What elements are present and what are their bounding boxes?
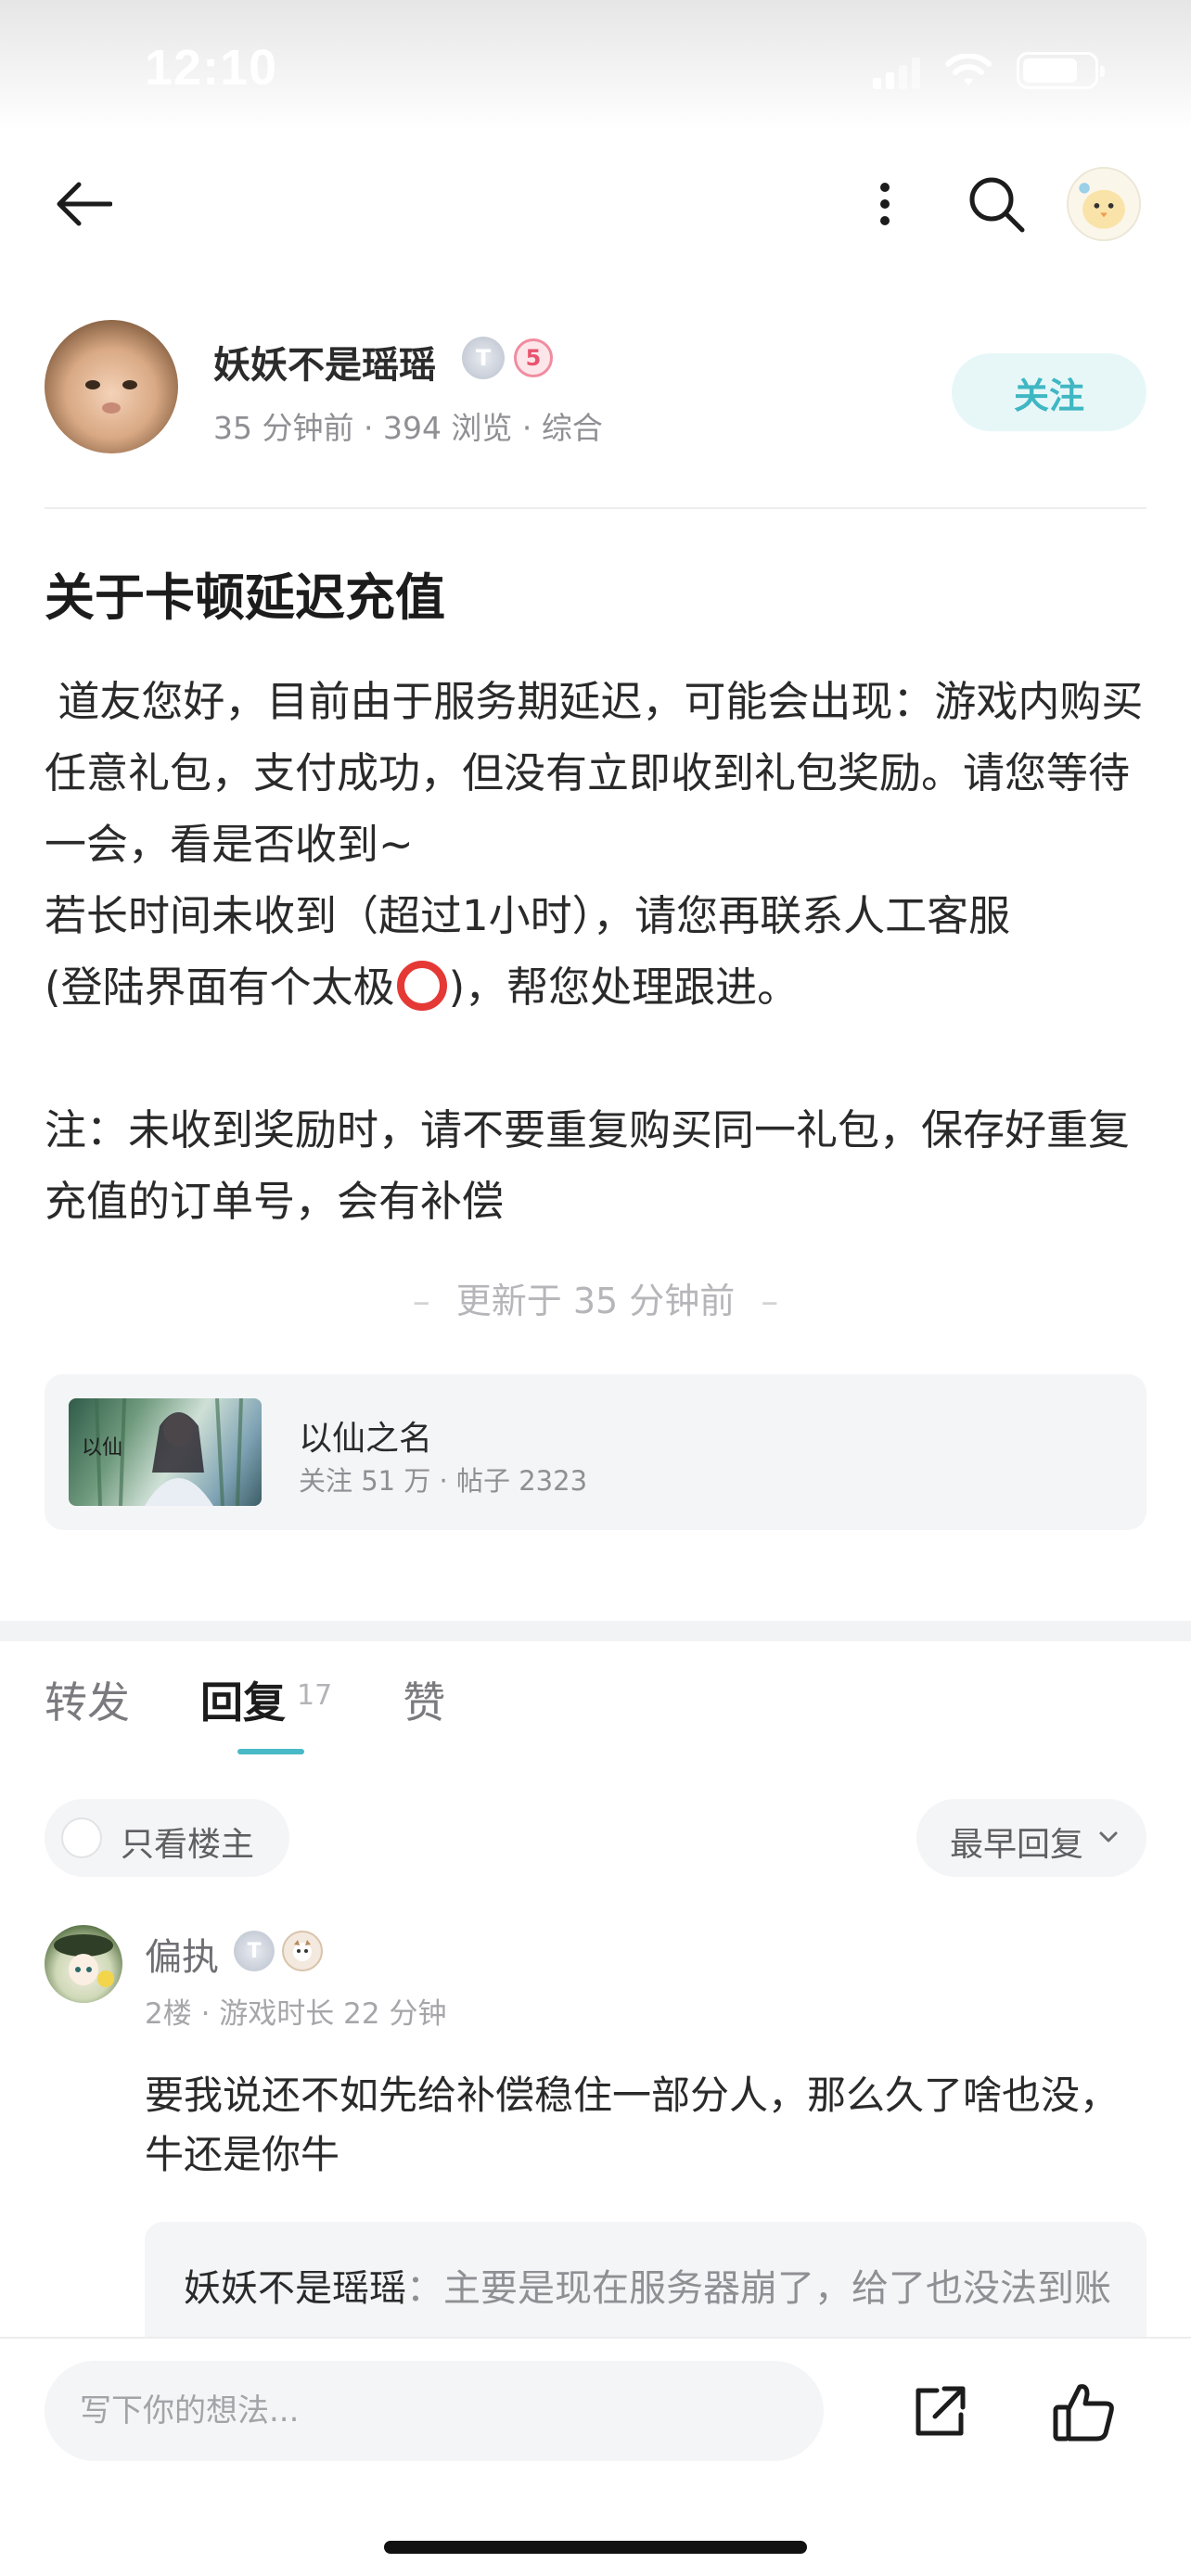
home-indicator — [384, 2541, 807, 2554]
post-paragraph: 道友您好，目前由于服务期延迟，可能会出现：游戏内购买任意礼包，支付成功，但没有立… — [45, 677, 1144, 869]
red-circle-emoji-icon — [396, 961, 447, 1011]
chick-avatar-icon — [1067, 167, 1141, 241]
only-op-toggle[interactable]: 只看楼主 — [45, 1799, 289, 1877]
author-row: 妖妖不是瑶瑶 T 5 35 分钟前 · 394 浏览 · 综合 关注 — [45, 320, 1146, 454]
updated-time: – 更新于 35 分钟前 – — [412, 1281, 779, 1321]
post-body: 道友您好，目前由于服务期延迟，可能会出现：游戏内购买任意礼包，支付成功，但没有立… — [45, 666, 1158, 1237]
forum-meta: 关注 51 万 · 帖子 2323 — [299, 1465, 588, 1497]
share-button[interactable] — [898, 2370, 981, 2454]
tab-repost[interactable]: 转发 — [45, 1669, 130, 1762]
user-avatar-button[interactable] — [1067, 167, 1141, 241]
like-button[interactable] — [1043, 2370, 1126, 2454]
tab-repost-label: 转发 — [45, 1677, 130, 1728]
forum-card[interactable]: 以仙 以仙之名 关注 51 万 · 帖子 2323 — [45, 1374, 1146, 1530]
post-paragraph: (登陆界面有个太极 )，帮您处理跟进。 — [45, 951, 1158, 1023]
post-detail-screen: 12:10 妖妖不是瑶瑶 T 5 35 分钟前 · 394 浏览 · 综合 关注… — [0, 0, 1191, 2576]
thumbs-up-icon — [1053, 2384, 1114, 2442]
svg-text:以仙: 以仙 — [82, 1436, 122, 1460]
back-button[interactable] — [46, 167, 121, 241]
top-nav — [0, 148, 1191, 260]
nested-reply-author[interactable]: 妖妖不是瑶瑶 — [184, 2267, 406, 2310]
section-separator — [0, 1621, 1191, 1641]
tab-like-label: 赞 — [403, 1677, 446, 1728]
titanium-badge: T — [462, 337, 505, 379]
reply-count: 17 — [297, 1679, 333, 1712]
sort-dropdown[interactable]: 最早回复 — [916, 1799, 1146, 1877]
author-avatar[interactable] — [45, 320, 178, 453]
divider — [45, 507, 1146, 509]
author-name[interactable]: 妖妖不是瑶瑶 — [213, 335, 436, 389]
comment-input[interactable] — [45, 2361, 824, 2461]
pet-badge-icon — [282, 1931, 323, 1971]
forum-name: 以仙之名 — [299, 1420, 433, 1458]
reply-tabs: 转发 回复 17 赞 — [45, 1669, 445, 1762]
radio-circle-icon — [61, 1817, 102, 1858]
game-art-icon: 以仙 — [82, 1398, 243, 1506]
author-badges: T 5 — [462, 337, 553, 379]
level-badge: 5 — [514, 338, 553, 377]
status-time: 12:10 — [145, 40, 278, 96]
reply-meta: 2楼 · 游戏时长 22 分钟 — [145, 1997, 447, 2031]
wifi-icon — [945, 54, 992, 85]
status-bar: 12:10 — [0, 0, 1191, 130]
more-vertical-icon — [880, 183, 890, 225]
back-arrow-icon — [57, 182, 112, 226]
forum-cover-image: 以仙 — [69, 1398, 262, 1506]
reply-avatar[interactable] — [45, 1925, 122, 2003]
reply-content: 要我说还不如先给补偿稳住一部分人，那么久了啥也没，牛还是你牛 — [145, 2072, 1120, 2177]
tab-reply[interactable]: 回复 17 — [200, 1669, 332, 1762]
nested-reply-content: 妖妖不是瑶瑶：主要是现在服务器崩了，给了也没法到账 — [184, 2259, 1111, 2318]
nested-reply[interactable]: 妖妖不是瑶瑶：主要是现在服务器崩了，给了也没法到账 — [145, 2222, 1146, 2352]
tab-like[interactable]: 赞 — [403, 1669, 445, 1762]
search-icon — [969, 177, 1025, 233]
nested-reply-text: ：主要是现在服务器崩了，给了也没法到账 — [406, 2267, 1111, 2310]
search-button[interactable] — [959, 167, 1033, 241]
anime-avatar-icon — [54, 1934, 114, 1987]
chevron-down-icon — [1099, 1831, 1118, 1843]
updated-text: 更新于 35 分钟前 — [455, 1281, 736, 1321]
post-paragraph: 注：未收到奖励时，请不要重复购买同一礼包，保存好重复充值的订单号，会有补偿 — [45, 1105, 1131, 1226]
reply-badges: T — [234, 1931, 323, 1971]
active-tab-indicator — [237, 1749, 304, 1754]
only-op-label: 只看楼主 — [121, 1826, 255, 1864]
titanium-badge: T — [234, 1931, 275, 1971]
tab-reply-label: 回复 — [200, 1677, 286, 1728]
post-paragraph — [45, 1023, 1158, 1094]
author-meta: 35 分钟前 · 394 浏览 · 综合 — [213, 410, 603, 446]
share-icon — [916, 2386, 966, 2436]
post-paragraph: 若长时间未收到（超过1小时），请您再联系人工客服 — [45, 891, 1011, 940]
cellular-signal-icon — [873, 57, 920, 89]
status-icons — [873, 52, 1105, 89]
follow-button[interactable]: 关注 — [952, 353, 1146, 431]
cat-face-icon — [85, 380, 137, 414]
battery-icon — [1017, 52, 1105, 89]
post-text: )，帮您处理跟进。 — [448, 963, 800, 1012]
more-button[interactable] — [848, 167, 922, 241]
post-text: (登陆界面有个太极 — [45, 963, 395, 1012]
sort-label: 最早回复 — [950, 1826, 1084, 1864]
post-title: 关于卡顿延迟充值 — [45, 568, 445, 627]
reply-author-name[interactable]: 偏执 — [145, 1927, 219, 1981]
